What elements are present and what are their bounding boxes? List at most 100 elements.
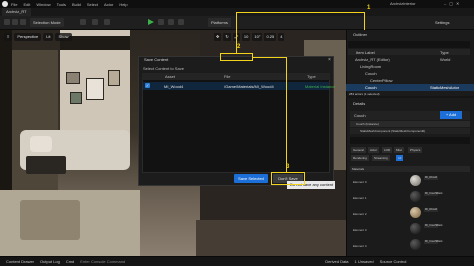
component-instance: Couch (Instance): [356, 122, 379, 126]
material-picker[interactable]: MI_Wood4: [424, 208, 438, 212]
cinematics-icon[interactable]: [92, 19, 98, 25]
console-command-input[interactable]: Enter Console Command: [80, 259, 125, 264]
stop-icon[interactable]: [168, 19, 174, 25]
add-component-button[interactable]: + Add: [440, 111, 462, 119]
more-options-icon[interactable]: [178, 19, 184, 25]
tree-item[interactable]: LivingRoom: [360, 64, 381, 69]
output-log-button[interactable]: Output Log: [40, 259, 60, 264]
material-element-label: Element 2: [353, 212, 367, 216]
frame-picture: [108, 70, 120, 86]
component-mesh: StaticMeshComponent (StaticMeshComponent…: [360, 129, 426, 133]
tab-level[interactable]: Archviz_RT: [2, 8, 31, 16]
status-bar: Content Drawer Output Log Cmd Enter Cons…: [0, 256, 474, 266]
tree-item[interactable]: CenterPillow: [370, 78, 392, 83]
skip-icon[interactable]: [158, 19, 164, 25]
material-element-label: Element 4: [353, 244, 367, 248]
play-icon[interactable]: [148, 19, 154, 25]
column-type[interactable]: Type: [440, 50, 449, 55]
source-control-button[interactable]: Source Control: [380, 259, 407, 264]
selection-mode-dropdown[interactable]: Selection Mode: [30, 18, 64, 27]
filter-tab-misc[interactable]: Misc: [394, 147, 405, 153]
main-toolbar: [0, 16, 474, 30]
outliner-status: 283 actors (1 selected): [349, 92, 380, 96]
save-icon[interactable]: [4, 19, 10, 25]
menu-help[interactable]: Help: [119, 2, 127, 7]
material-thumbnail: [410, 239, 421, 250]
rotation-snap-value[interactable]: 10°: [252, 33, 263, 41]
row-checkbox[interactable]: ✓: [145, 83, 150, 88]
step-number-3: 3: [286, 164, 290, 170]
row-file: /Game/Materials/MI_Wood4: [224, 84, 274, 89]
mode-icon[interactable]: [20, 19, 26, 25]
column-item-label[interactable]: Item Label: [356, 50, 375, 55]
actor-name: Couch: [354, 113, 366, 118]
menu-tools[interactable]: Tools: [57, 2, 66, 7]
filter-tab-streaming[interactable]: Streaming: [372, 155, 390, 161]
camera-speed-value[interactable]: 4: [278, 33, 285, 41]
tree-item[interactable]: Archviz_RT (Editor): [355, 57, 390, 62]
material-picker[interactable]: MI_CouchBlack: [424, 240, 443, 244]
rotate-icon[interactable]: ↻: [223, 33, 231, 41]
unsaved-button[interactable]: 1 Unsaved: [355, 259, 374, 264]
column-asset[interactable]: Asset: [165, 74, 175, 79]
content-icon[interactable]: [12, 19, 18, 25]
material-thumbnail: [410, 207, 421, 218]
blueprint-icon[interactable]: [80, 19, 86, 25]
column-file[interactable]: File: [224, 74, 230, 79]
menu-select[interactable]: Select: [87, 2, 98, 7]
material-element-label: Element 1: [353, 196, 367, 200]
filter-tab-rendering[interactable]: Rendering: [351, 155, 369, 161]
annotation-line: [236, 12, 364, 13]
highlight-dont-save: [271, 172, 305, 185]
menu-edit[interactable]: Edit: [23, 2, 30, 7]
menu-file[interactable]: File: [11, 2, 17, 7]
menu-actor[interactable]: Actor: [104, 2, 113, 7]
material-thumbnail: [410, 191, 421, 202]
filter-tab-physics[interactable]: Physics: [408, 147, 423, 153]
column-type[interactable]: Type: [307, 74, 316, 79]
material-element-label: Element 3: [353, 228, 367, 232]
frame-picture: [70, 92, 82, 104]
close-icon[interactable]: ×: [328, 57, 331, 63]
viewport-snap-bar: ✥ ↻ ⤢ 10 10° 0.25 4: [214, 33, 285, 41]
annotation-line: [286, 57, 287, 172]
grid-snap-value[interactable]: 10: [241, 33, 251, 41]
settings-button[interactable]: Settings: [432, 18, 452, 27]
menu-window[interactable]: Window: [36, 2, 50, 7]
perspective-button[interactable]: Perspective: [14, 33, 42, 41]
material-picker[interactable]: MI_Wood4: [424, 176, 438, 180]
row-asset: MI_Wood4: [164, 84, 184, 89]
filter-tab-general[interactable]: General: [351, 147, 366, 153]
filter-tab-actor[interactable]: Actor: [368, 147, 380, 153]
filter-tab-lod[interactable]: LOD: [382, 147, 393, 153]
tree-item-selected[interactable]: Couch: [365, 85, 377, 90]
derived-data-button[interactable]: Derived Data: [325, 259, 348, 264]
save-selected-button[interactable]: Save Selected: [234, 174, 268, 183]
outliner-search-input[interactable]: [348, 41, 470, 48]
material-thumbnail: [410, 223, 421, 234]
content-drawer-button[interactable]: Content Drawer: [6, 259, 34, 264]
tree-item-type: StaticMeshActor: [430, 85, 460, 90]
menu-build[interactable]: Build: [72, 2, 81, 7]
details-title[interactable]: Details: [353, 101, 365, 106]
highlight-dialog-title: [220, 53, 253, 61]
details-search-input[interactable]: [350, 137, 470, 144]
tree-item[interactable]: Couch: [365, 71, 377, 76]
annotation-line: [364, 12, 365, 31]
material-picker[interactable]: MI_CouchBlack: [424, 192, 443, 196]
filter-tab-all[interactable]: All: [396, 155, 404, 161]
add-actor-icon[interactable]: [104, 19, 110, 25]
viewport-menu-icon[interactable]: ≡: [4, 33, 13, 41]
curtain: [12, 50, 58, 200]
material-picker[interactable]: MI_CouchBlack: [424, 224, 443, 228]
platforms-dropdown[interactable]: Platforms: [208, 18, 231, 27]
coffee-table: [26, 156, 66, 174]
translate-icon[interactable]: ✥: [214, 33, 222, 41]
materials-section-header[interactable]: [350, 166, 470, 172]
show-button[interactable]: Show: [55, 33, 72, 41]
cmd-dropdown[interactable]: Cmd: [66, 259, 74, 264]
window-controls[interactable]: –▢✕: [444, 1, 462, 6]
outliner-title[interactable]: Outliner: [353, 32, 367, 37]
scale-snap-value[interactable]: 0.25: [264, 33, 277, 41]
lit-button[interactable]: Lit: [43, 33, 54, 41]
